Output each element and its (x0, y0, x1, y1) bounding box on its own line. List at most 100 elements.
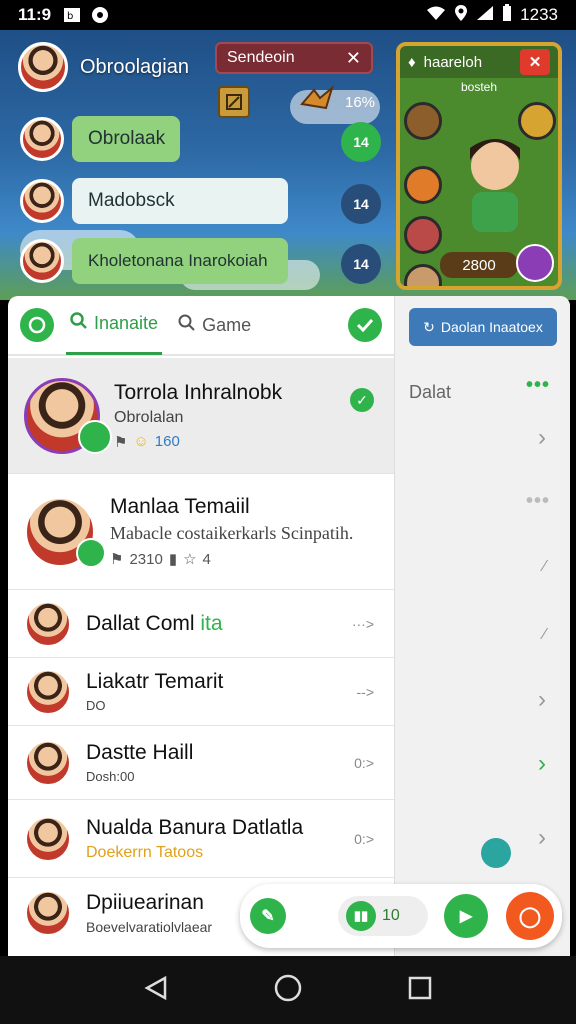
avatar (24, 738, 72, 787)
session-pill[interactable]: Sendeoin ✕ (215, 42, 373, 74)
item-suffix: --> (356, 683, 375, 700)
item-subtitle: DO (86, 698, 106, 713)
item-subtitle: Boevelvaratiolvlaear (86, 919, 213, 935)
item-subtitle: Mabacle costaikerkarls Scinpatih. (110, 523, 354, 543)
item-subtitle: Doekerrn Tatoos (86, 843, 204, 861)
avatar (20, 117, 64, 161)
signal-icon (476, 5, 494, 26)
chat-app-icon[interactable] (20, 308, 54, 342)
counter-pill[interactable]: ▮▮ 10 (338, 896, 428, 936)
list-item[interactable]: Liakatr Temarit DO --> (8, 658, 394, 726)
list-item[interactable]: Dallat Coml ita ···> (8, 590, 394, 658)
game-score: 2800 (440, 252, 518, 278)
more-icon[interactable]: ••• (526, 374, 550, 397)
item-title: Torrola Inhralnobk (114, 380, 283, 404)
game-panel-title: haareloh (423, 53, 483, 71)
more-icon[interactable]: ••• (526, 490, 550, 513)
close-icon[interactable]: ✕ (520, 49, 550, 75)
game-chat-row[interactable]: Obrolaak (20, 116, 180, 162)
back-icon[interactable] (143, 975, 169, 1006)
item-slot[interactable] (404, 166, 442, 204)
counter-value: 10 (382, 907, 400, 924)
avatar (24, 814, 72, 863)
map-icon[interactable] (218, 85, 250, 118)
tab-game[interactable]: Game (174, 296, 255, 355)
chevron-right-icon[interactable]: › (538, 424, 546, 452)
player-profile[interactable]: Obroolagian (18, 42, 189, 92)
item-title: Manlaa Temaiil (110, 495, 250, 518)
recents-icon[interactable] (407, 975, 433, 1006)
chevron-right-icon[interactable]: › (538, 686, 546, 714)
walk-icon: ⚑ (114, 433, 128, 451)
compose-button[interactable]: ✎ (250, 898, 286, 934)
main-sheet: Inanaite Game ↻ Daolan Inaatoex Dalat ••… (8, 296, 570, 956)
pause-icon: ▮▮ (346, 901, 376, 931)
circle-dot-icon (91, 7, 109, 23)
item-suffix: 0:> (354, 754, 374, 771)
trash-icon: ▮ (168, 551, 178, 568)
game-chat-row[interactable]: Madobsck (20, 178, 288, 224)
search-icon (70, 312, 88, 335)
item-stats: ⚑ 2310 ▮ ☆ 4 (110, 550, 353, 569)
game-background: Obroolagian Sendeoin ✕ 16% Obrolaak 14 M… (0, 30, 576, 300)
chevron-right-icon[interactable]: ⁄ (543, 626, 546, 644)
item-title: Liakatr Temarit (86, 670, 224, 693)
right-column-label: Dalat (409, 382, 452, 402)
item-stats: ⚑ ☺ 160 (114, 433, 282, 451)
player-name: Obroolagian (80, 55, 189, 78)
chevron-right-icon[interactable]: ⁄ (543, 558, 546, 576)
list-item[interactable]: Dastte Haill Dosh:00 0:> (8, 726, 394, 800)
tab-label: Inanaite (94, 313, 159, 333)
item-suffix: ···> (351, 615, 374, 632)
chevron-right-icon[interactable]: › (538, 750, 546, 778)
status-bar: 11:9 b 1233 (0, 0, 576, 30)
tab-label: Game (202, 314, 252, 335)
game-badge-icon (78, 420, 112, 454)
confirm-button[interactable] (348, 308, 382, 342)
avatar (20, 179, 64, 223)
item-slot[interactable] (404, 216, 442, 254)
game-chat-row[interactable]: Kholetonana Inarokoiah (20, 238, 288, 284)
chat-bubble: Madobsck (72, 178, 288, 224)
home-icon[interactable] (274, 974, 302, 1007)
right-action-label: Daolan Inaatoex (440, 319, 543, 335)
status-time: 11:9 (18, 5, 52, 24)
item-subtitle: Dosh:00 (86, 769, 135, 784)
chevron-right-icon[interactable]: › (538, 824, 546, 852)
game-panel: ♦ haareloh ✕ bosteh 2800 (396, 42, 562, 290)
scooter-icon[interactable] (516, 244, 554, 282)
stats-value: 160 (154, 433, 180, 450)
close-icon[interactable]: ✕ (346, 48, 361, 69)
battery-icon (502, 3, 512, 27)
avatar (18, 42, 68, 92)
list-item[interactable]: Torrola Inhralnobk Obrolalan ⚑ ☺ 160 ✓ (8, 358, 394, 474)
item-slot[interactable] (404, 102, 442, 140)
item-slot[interactable] (404, 264, 442, 286)
svg-text:b: b (67, 11, 73, 22)
wifi-icon (426, 5, 446, 26)
stats-value: 2310 (129, 550, 163, 568)
percent-label: 16% (345, 94, 376, 111)
status-right-text: 1233 (520, 5, 558, 24)
right-column: ↻ Daolan Inaatoex Dalat ••• › ••• ⁄ ⁄ › … (394, 296, 570, 956)
bolt-icon[interactable] (481, 838, 511, 868)
game-panel-subtitle: bosteh (460, 80, 498, 94)
character-illustration (450, 116, 540, 241)
game-mini-icons (218, 84, 334, 119)
item-title: Dallat Coml (86, 611, 195, 635)
chat-bubble: Kholetonana Inarokoiah (72, 238, 288, 284)
list-item[interactable]: Nualda Banura Datlatla Doekerrn Tatoos 0… (8, 800, 394, 878)
list-item[interactable]: Manlaa Temaiil Mabacle costaikerkarls Sc… (8, 474, 394, 590)
walk-icon: ⚑ (110, 551, 124, 568)
record-button[interactable]: ◯ (506, 892, 554, 940)
item-accent: ita (200, 611, 223, 635)
tab-inanaite[interactable]: Inanaite (66, 296, 163, 355)
check-icon: ✓ (350, 388, 374, 412)
app-icon: b (63, 7, 81, 23)
play-button[interactable]: ▶ (444, 894, 488, 938)
avatar (20, 239, 64, 283)
right-action-button[interactable]: ↻ Daolan Inaatoex (409, 308, 557, 346)
chat-bubble: Obrolaak (72, 116, 180, 162)
system-nav-bar (0, 956, 576, 1024)
conversation-list: Torrola Inhralnobk Obrolalan ⚑ ☺ 160 ✓ M… (8, 358, 394, 948)
